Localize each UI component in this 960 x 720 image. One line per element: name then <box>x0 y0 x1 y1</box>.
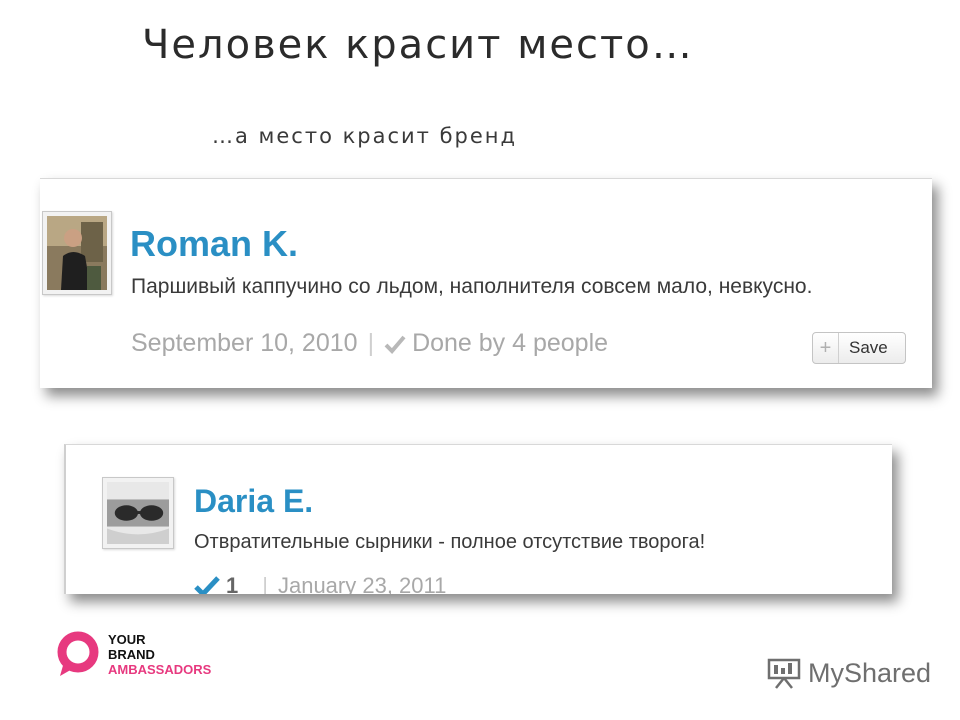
review-meta: September 10, 2010 | Done by 4 people <box>131 329 608 358</box>
watermark-text: MyShared <box>808 657 932 688</box>
review-date: September 10, 2010 <box>131 329 358 357</box>
check-icon <box>194 576 220 594</box>
avatar-photo-icon <box>47 216 107 290</box>
brand-logo: YOUR BRAND AMBASSADORS <box>56 630 211 678</box>
avatar-daria[interactable] <box>102 477 174 549</box>
brand-line-brand: BRAND <box>108 646 155 662</box>
brand-logo-mark <box>57 631 99 676</box>
brand-wordmark: YOUR BRAND AMBASSADORS <box>108 632 211 677</box>
brand-line-your: YOUR <box>108 631 146 647</box>
slide-title: Человек красит место… <box>142 22 694 68</box>
review-text: Отвратительные сырники - полное отсутств… <box>194 531 706 553</box>
save-button[interactable]: + Save <box>812 332 906 364</box>
slide-subtitle: …а место красит бренд <box>212 124 518 148</box>
author-name[interactable]: Roman K. <box>130 223 298 265</box>
plus-icon: + <box>813 333 839 363</box>
review-date: January 23, 2011 <box>277 573 447 594</box>
check-icon <box>384 335 406 354</box>
avatar-photo-icon <box>107 482 169 544</box>
myshared-watermark[interactable]: MyShared <box>766 656 931 690</box>
done-count[interactable]: 1 <box>226 573 238 594</box>
meta-separator: | <box>367 329 375 357</box>
presentation-icon <box>767 658 801 689</box>
review-card-roman: Roman K. Паршивый каппучино со льдом, на… <box>40 178 932 388</box>
review-meta: 1 | January 23, 2011 <box>194 573 446 594</box>
meta-separator: | <box>262 573 268 594</box>
brand-line-ambassadors: AMBASSADORS <box>108 661 212 677</box>
author-name[interactable]: Daria E. <box>194 483 313 520</box>
done-text[interactable]: Done by 4 people <box>412 329 608 358</box>
review-text: Паршивый каппучино со льдом, наполнителя… <box>131 275 813 298</box>
save-label: Save <box>849 338 888 357</box>
avatar-roman[interactable] <box>42 211 112 295</box>
review-card-daria: Daria E. Отвратительные сырники - полное… <box>64 444 892 594</box>
